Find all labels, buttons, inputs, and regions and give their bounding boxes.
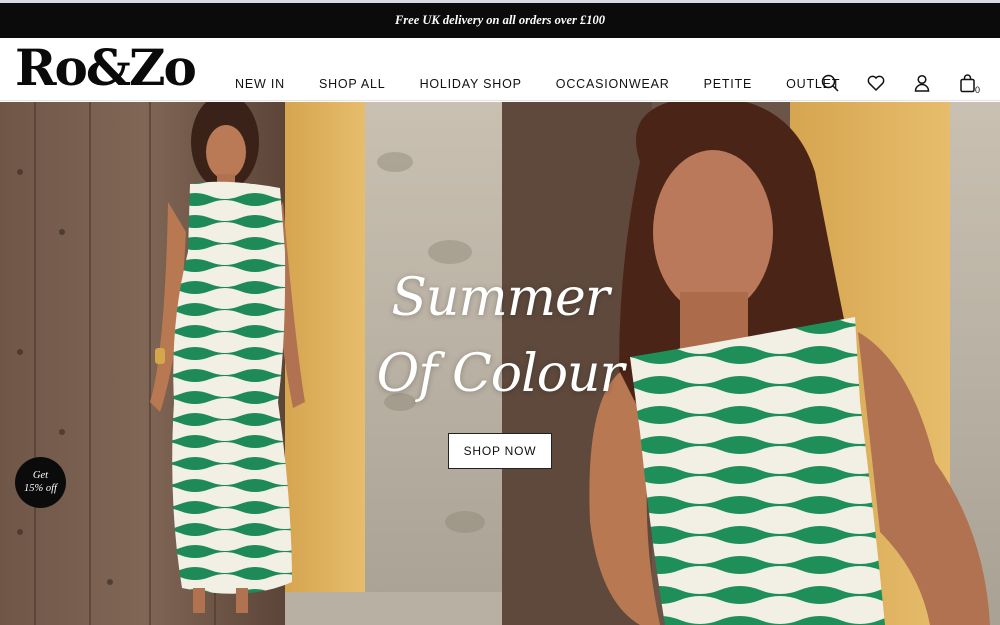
nav-item-new-in[interactable]: NEW IN [235, 77, 285, 91]
hero-title-line-1: Summer [391, 268, 609, 328]
user-icon[interactable] [912, 73, 934, 95]
hero-title-line-2: Of Colour [376, 344, 625, 404]
site-header: Ro&Zo NEW IN SHOP ALL HOLIDAY SHOP OCCAS… [0, 38, 1000, 101]
header-icons: 0 [820, 73, 1000, 95]
brand-logo[interactable]: Ro&Zo [15, 38, 197, 98]
search-icon[interactable] [820, 73, 842, 95]
promo-text: Free UK delivery on all orders over £100 [394, 13, 606, 27]
nav-item-petite[interactable]: PETITE [704, 77, 753, 91]
main-nav: NEW IN SHOP ALL HOLIDAY SHOP OCCASIONWEA… [235, 77, 874, 91]
shopping-bag-icon[interactable]: 0 [958, 73, 980, 95]
nav-item-shop-all[interactable]: SHOP ALL [319, 77, 386, 91]
heart-icon[interactable] [866, 73, 888, 95]
shop-now-button[interactable]: SHOP NOW [448, 433, 552, 469]
cart-count: 0 [975, 85, 981, 95]
nav-item-occasionwear[interactable]: OCCASIONWEAR [556, 77, 670, 91]
discount-badge-line-2: 15% off [24, 483, 57, 494]
hero-banner[interactable]: Summer Of Colour SHOP NOW [0, 102, 1000, 625]
hero-title: Summer Of Colour [300, 260, 700, 412]
discount-badge[interactable]: Get 15% off [15, 457, 66, 508]
promo-banner[interactable]: Free UK delivery on all orders over £100 [0, 3, 1000, 38]
discount-badge-line-1: Get [32, 470, 49, 481]
nav-item-holiday-shop[interactable]: HOLIDAY SHOP [420, 77, 522, 91]
